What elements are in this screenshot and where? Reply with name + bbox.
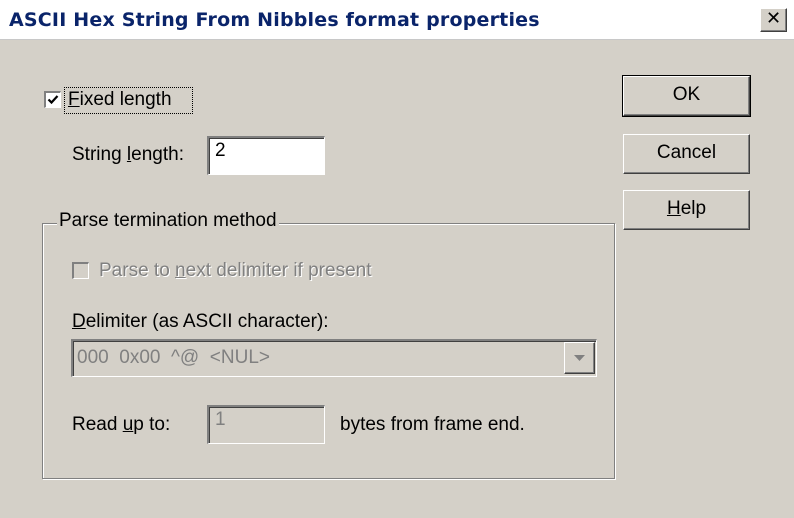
close-button[interactable]: ✕ xyxy=(760,8,787,32)
title-bar[interactable]: ASCII Hex String From Nibbles format pro… xyxy=(0,0,794,40)
delimiter-label: Delimiter (as ASCII character): xyxy=(72,311,329,332)
ok-button[interactable]: OK xyxy=(622,75,751,117)
string-length-input[interactable]: 2 xyxy=(207,136,325,175)
chevron-down-icon xyxy=(574,355,585,361)
bytes-from-frame-end-label: bytes from frame end. xyxy=(340,414,525,435)
cancel-button[interactable]: Cancel xyxy=(623,134,750,174)
dropdown-button[interactable] xyxy=(564,342,595,374)
parse-next-delimiter-label: Parse to next delimiter if present xyxy=(99,260,372,281)
string-length-label: String length: xyxy=(72,144,184,165)
read-up-to-input[interactable]: 1 xyxy=(207,405,325,444)
checkmark-icon xyxy=(47,95,59,105)
parse-termination-group-label: Parse termination method xyxy=(57,210,279,232)
dialog-window: ASCII Hex String From Nibbles format pro… xyxy=(0,0,794,518)
dialog-title: ASCII Hex String From Nibbles format pro… xyxy=(9,9,540,31)
delimiter-selected-value: 000 0x00 ^@ <NUL> xyxy=(77,347,270,368)
fixed-length-checkbox[interactable] xyxy=(44,91,61,108)
read-up-to-label: Read up to: xyxy=(72,414,171,435)
help-button[interactable]: Help xyxy=(623,190,750,230)
fixed-length-label[interactable]: Fixed length xyxy=(68,89,172,111)
delimiter-select[interactable]: 000 0x00 ^@ <NUL> xyxy=(71,339,597,377)
close-icon: ✕ xyxy=(765,8,782,29)
parse-next-delimiter-checkbox[interactable] xyxy=(72,262,89,279)
